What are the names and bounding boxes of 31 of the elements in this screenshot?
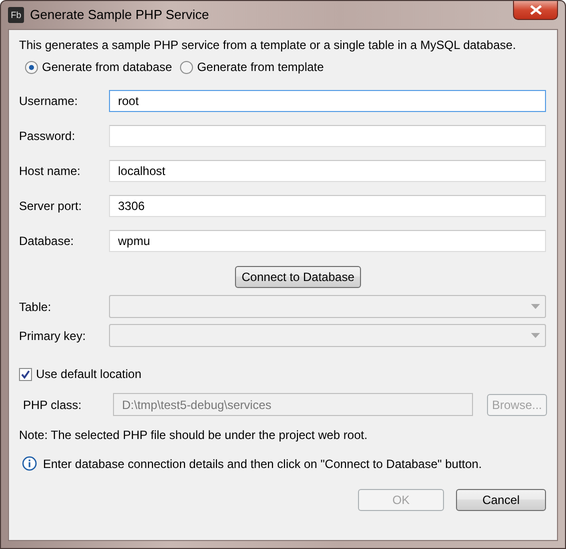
note-text: Note: The selected PHP file should be under the project web root. bbox=[19, 428, 368, 442]
checkbox-label[interactable]: Use default location bbox=[36, 367, 142, 381]
radio-label[interactable]: Generate from template bbox=[197, 60, 324, 74]
info-message: Enter database connection details and then click on "Connect to Database" button. bbox=[43, 456, 482, 470]
input-field[interactable]: 3306 bbox=[109, 195, 546, 217]
dialog-button[interactable]: Cancel bbox=[456, 489, 546, 511]
field-label: Table: bbox=[19, 300, 52, 314]
dropdown-arrow-icon bbox=[531, 304, 540, 309]
input-field[interactable]: localhost bbox=[109, 160, 546, 182]
close-button[interactable] bbox=[513, 1, 558, 20]
field-label: Primary key: bbox=[19, 328, 87, 342]
dropdown-arrow-icon bbox=[531, 333, 540, 338]
field-label: Host name: bbox=[19, 164, 82, 178]
connect-button[interactable]: Connect to Database bbox=[235, 266, 361, 288]
radio-button[interactable] bbox=[25, 60, 38, 74]
close-icon bbox=[530, 5, 542, 15]
field-label: Database: bbox=[19, 234, 75, 248]
radio-button[interactable] bbox=[180, 60, 194, 74]
input-field[interactable] bbox=[109, 125, 546, 147]
window-title: Generate Sample PHP Service bbox=[30, 7, 209, 22]
description-text: This generates a sample PHP service from a template or a single table in a MySQL database. bbox=[19, 38, 517, 52]
radio-label[interactable]: Generate from database bbox=[42, 60, 172, 74]
field-label: Password: bbox=[19, 129, 76, 143]
checkbox[interactable] bbox=[19, 368, 32, 380]
input-field[interactable]: root bbox=[109, 90, 546, 112]
field-label: Username: bbox=[19, 94, 79, 108]
info-icon bbox=[22, 456, 37, 471]
field-label: Server port: bbox=[19, 199, 83, 213]
input-field[interactable]: wpmu bbox=[109, 230, 546, 252]
field-label: PHP class: bbox=[23, 398, 82, 412]
app-icon: Fb bbox=[8, 7, 24, 23]
